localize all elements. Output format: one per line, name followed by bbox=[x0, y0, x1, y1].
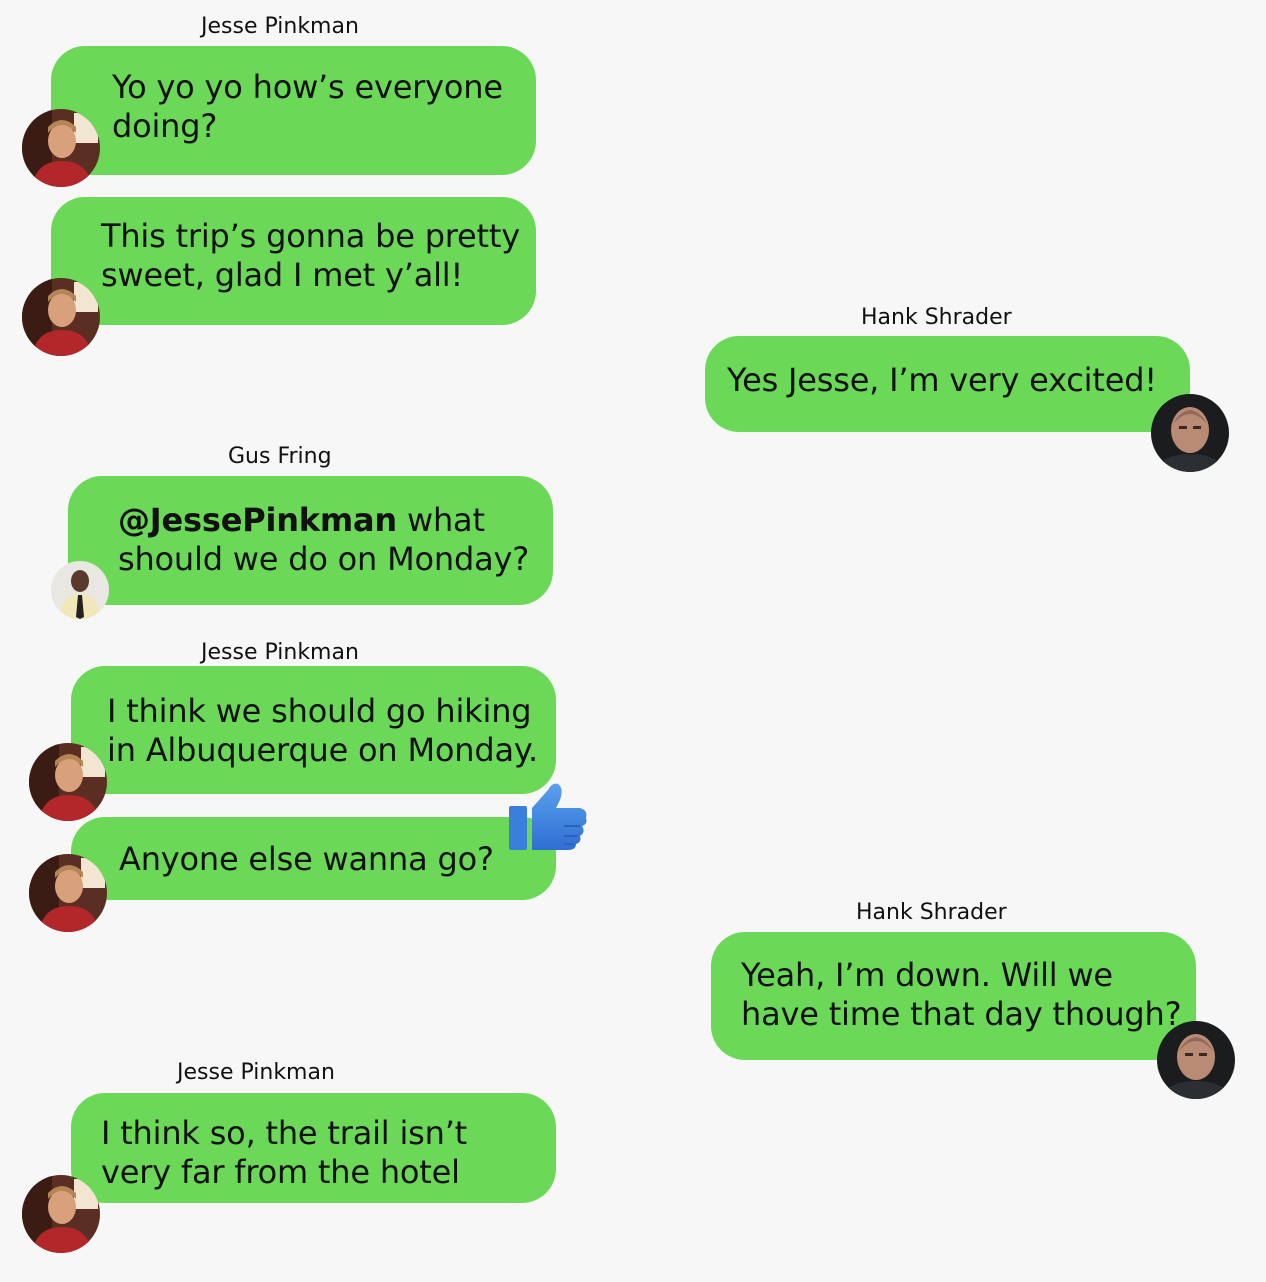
message-bubble[interactable]: This trip’s gonna be pretty sweet, glad … bbox=[51, 197, 536, 325]
hank-avatar-icon bbox=[1157, 1021, 1235, 1099]
sender-name: Jesse Pinkman bbox=[201, 640, 359, 665]
message-bubble[interactable]: Yes Jesse, I’m very excited! bbox=[705, 336, 1190, 432]
jesse-avatar-icon bbox=[22, 109, 100, 187]
avatar-hank[interactable] bbox=[1151, 394, 1229, 472]
avatar-jesse[interactable] bbox=[29, 743, 107, 821]
message-text: I think so, the trail isn’t very far fro… bbox=[101, 1114, 468, 1191]
message-bubble[interactable]: I think we should go hiking in Albuquerq… bbox=[71, 666, 556, 794]
avatar-hank[interactable] bbox=[1157, 1021, 1235, 1099]
avatar-gus[interactable] bbox=[51, 561, 109, 619]
message-text: Yes Jesse, I’m very excited! bbox=[727, 361, 1157, 399]
message-text: Anyone else wanna go? bbox=[119, 840, 494, 878]
sender-name: Jesse Pinkman bbox=[177, 1060, 335, 1085]
thumbs-up-icon[interactable] bbox=[508, 780, 588, 852]
sender-name: Gus Fring bbox=[228, 444, 332, 469]
hank-avatar-icon bbox=[1151, 394, 1229, 472]
mention-tag[interactable]: @JessePinkman bbox=[118, 501, 397, 539]
jesse-avatar-icon bbox=[29, 743, 107, 821]
message-text: Yeah, I’m down. Will we have time that d… bbox=[741, 956, 1182, 1033]
message-text: This trip’s gonna be pretty sweet, glad … bbox=[101, 217, 520, 294]
jesse-avatar-icon bbox=[29, 854, 107, 932]
message-bubble[interactable]: I think so, the trail isn’t very far fro… bbox=[71, 1093, 556, 1203]
gus-avatar-icon bbox=[51, 561, 109, 619]
sender-name: Jesse Pinkman bbox=[201, 14, 359, 39]
sender-name: Hank Shrader bbox=[856, 900, 1007, 925]
message-bubble[interactable]: Anyone else wanna go? bbox=[71, 817, 556, 900]
message-bubble[interactable]: @JessePinkman what should we do on Monda… bbox=[68, 476, 553, 605]
avatar-jesse[interactable] bbox=[22, 109, 100, 187]
avatar-jesse[interactable] bbox=[22, 278, 100, 356]
message-text: @JessePinkman what should we do on Monda… bbox=[118, 501, 538, 579]
sender-name: Hank Shrader bbox=[861, 305, 1012, 330]
message-text: I think we should go hiking in Albuquerq… bbox=[107, 692, 539, 769]
jesse-avatar-icon bbox=[22, 278, 100, 356]
message-bubble[interactable]: Yo yo yo how’s everyone doing? bbox=[51, 46, 536, 175]
message-bubble[interactable]: Yeah, I’m down. Will we have time that d… bbox=[711, 932, 1196, 1060]
jesse-avatar-icon bbox=[22, 1175, 100, 1253]
message-text: Yo yo yo how’s everyone doing? bbox=[112, 68, 503, 145]
avatar-jesse[interactable] bbox=[22, 1175, 100, 1253]
avatar-jesse[interactable] bbox=[29, 854, 107, 932]
